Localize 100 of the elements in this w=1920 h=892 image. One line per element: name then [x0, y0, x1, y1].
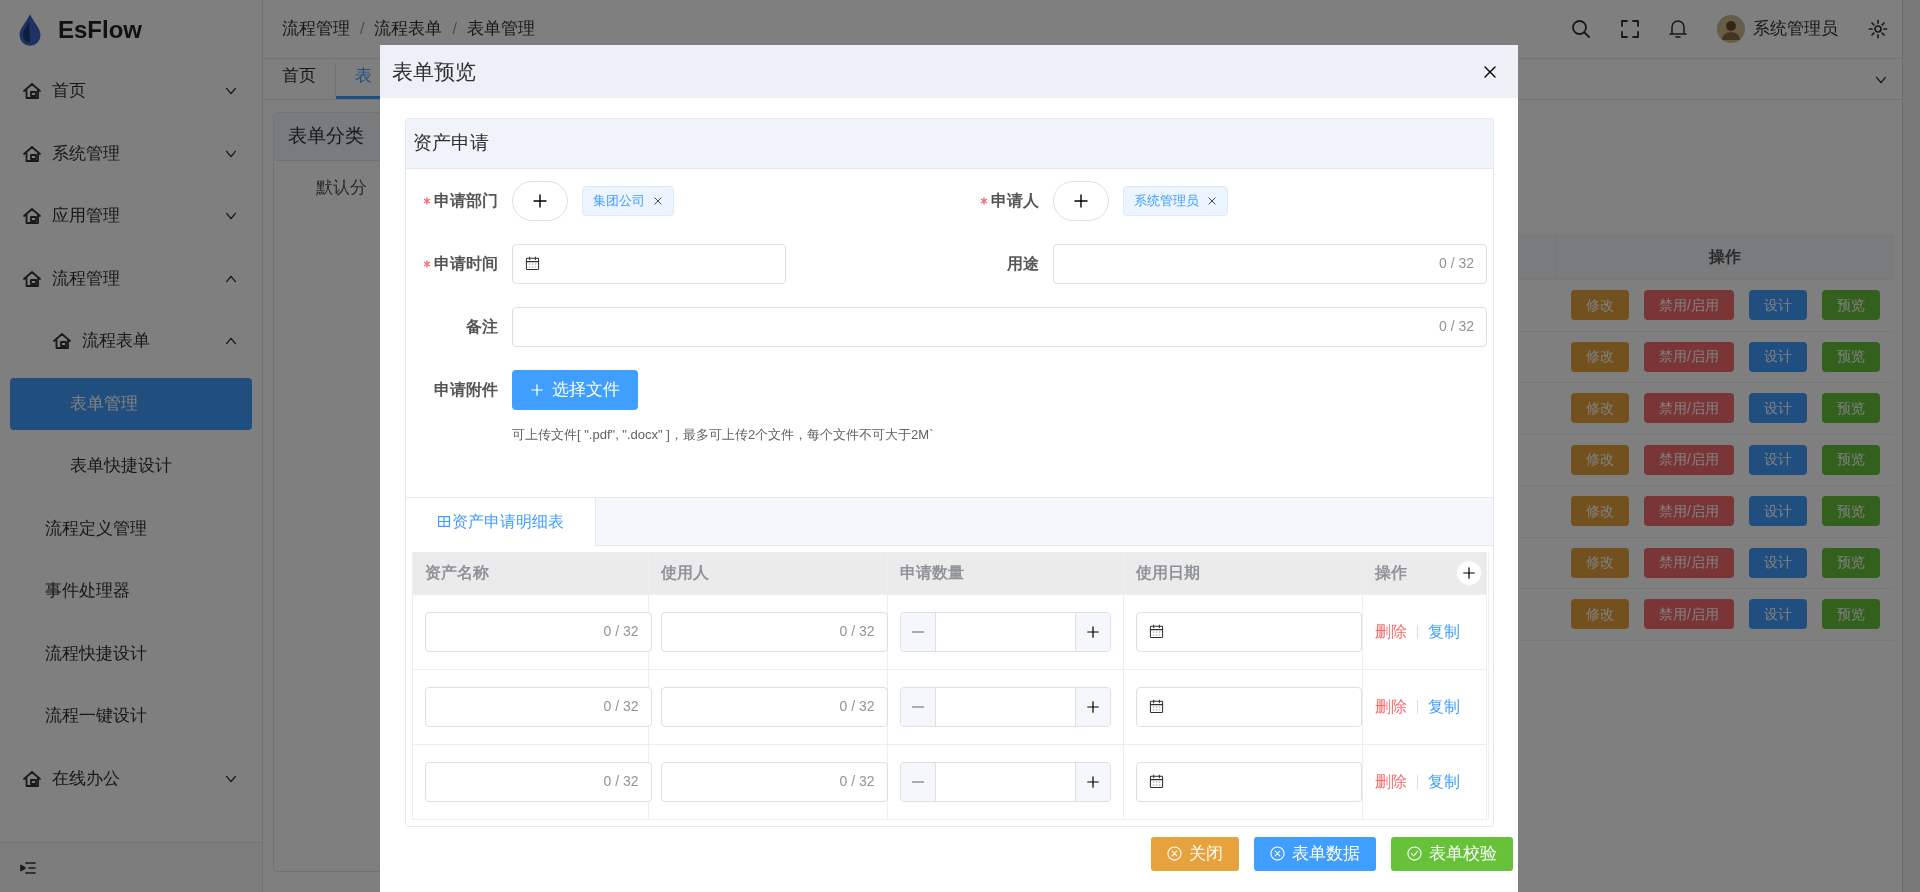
action-button[interactable]: 预览 [1821, 599, 1880, 630]
calendar-icon [1149, 624, 1164, 639]
plus-icon [532, 192, 548, 209]
decrement-button[interactable] [901, 687, 935, 726]
sidebar-item[interactable]: 流程管理 [10, 252, 252, 305]
sidebar-item[interactable]: 表单管理 [10, 377, 252, 430]
action-button[interactable]: 预览 [1821, 496, 1880, 527]
tag-label: 集团公司 [593, 191, 645, 210]
input-field[interactable]: 0 / 32 [425, 686, 652, 727]
calendar-icon [525, 256, 540, 271]
action-button[interactable]: 设计 [1748, 290, 1807, 321]
input-field[interactable]: 0 / 32 [661, 611, 888, 652]
add-button[interactable] [1052, 180, 1109, 221]
page-tab[interactable]: 首页 [263, 62, 336, 99]
action-button[interactable]: 预览 [1821, 444, 1880, 475]
action-button[interactable]: 修改 [1571, 290, 1629, 321]
input-field[interactable]: 0 / 32 [1052, 243, 1487, 284]
sidebar-item[interactable]: 流程一键设计 [10, 690, 252, 742]
breadcrumb-item[interactable]: 流程管理 [282, 16, 350, 42]
house-icon [22, 206, 42, 226]
row-action-link[interactable]: 删除 [1375, 619, 1407, 644]
character-counter: 0 / 32 [839, 772, 875, 791]
minus-icon [911, 705, 925, 708]
sidebar-item[interactable]: 应用管理 [10, 190, 252, 242]
input-field[interactable]: 0 / 32 [661, 761, 888, 802]
user-name[interactable]: 系统管理员 [1753, 16, 1838, 42]
date-field[interactable] [1136, 686, 1362, 727]
date-field[interactable] [1136, 761, 1362, 802]
house-icon [22, 143, 42, 164]
breadcrumb-item[interactable]: 流程表单 [374, 16, 443, 42]
action-button[interactable]: 设计 [1748, 393, 1807, 424]
form-title: 资产申请 [406, 119, 1493, 169]
plus-icon [1462, 566, 1476, 580]
sidebar-item[interactable]: 在线办公 [10, 752, 252, 805]
sidebar-item[interactable]: 首页 [10, 65, 252, 117]
row-action-link[interactable]: 复制 [1428, 694, 1460, 719]
breadcrumb-item[interactable]: 表单管理 [466, 16, 535, 42]
action-button[interactable]: 修改 [1571, 599, 1629, 630]
action-button[interactable]: 修改 [1571, 496, 1629, 527]
input-field[interactable]: 0 / 32 [512, 306, 1487, 347]
row-action-link[interactable]: 删除 [1375, 769, 1407, 794]
plus-icon [1086, 624, 1100, 639]
character-counter: 0 / 32 [603, 772, 639, 791]
house-icon [52, 331, 72, 351]
action-button[interactable]: 禁用/启用 [1644, 547, 1734, 578]
action-button[interactable]: 设计 [1748, 547, 1807, 578]
close-icon [653, 195, 663, 206]
minus-icon [911, 630, 925, 633]
increment-button[interactable] [1076, 612, 1110, 651]
action-button[interactable]: 禁用/启用 [1644, 341, 1734, 372]
footer-button[interactable]: 表单数据 [1254, 836, 1376, 871]
action-button[interactable]: 修改 [1571, 393, 1629, 424]
action-button[interactable]: 预览 [1821, 547, 1880, 578]
fullscreen-icon [1621, 20, 1639, 38]
action-button[interactable]: 预览 [1821, 290, 1880, 321]
column-header: 操作 [1555, 234, 1894, 279]
date-field[interactable] [1136, 611, 1362, 652]
add-button[interactable] [512, 180, 568, 221]
action-button[interactable]: 禁用/启用 [1644, 290, 1734, 321]
action-button[interactable]: 修改 [1571, 341, 1629, 372]
action-button[interactable]: 设计 [1748, 444, 1807, 475]
action-button[interactable]: 设计 [1748, 341, 1807, 372]
action-button[interactable]: 修改 [1571, 444, 1629, 475]
row-action-link[interactable]: 删除 [1375, 694, 1407, 719]
input-field[interactable]: 0 / 32 [425, 611, 652, 652]
action-button[interactable]: 设计 [1748, 496, 1807, 527]
decrement-button[interactable] [901, 612, 935, 651]
date-field[interactable] [512, 243, 786, 284]
field-label: 申请时间 [434, 253, 498, 274]
sidebar-item[interactable]: 流程表单 [10, 315, 252, 367]
sidebar-item[interactable]: 表单快捷设计 [10, 440, 252, 492]
row-action-link[interactable]: 复制 [1428, 769, 1460, 794]
row-action-link[interactable]: 复制 [1428, 619, 1460, 644]
sidebar-item[interactable]: 系统管理 [10, 127, 252, 180]
search-icon [1571, 19, 1591, 39]
minus-icon [911, 780, 925, 783]
increment-button[interactable] [1076, 762, 1110, 801]
footer-button[interactable]: 表单校验 [1391, 836, 1513, 871]
action-button[interactable]: 禁用/启用 [1644, 393, 1734, 424]
action-button[interactable]: 预览 [1821, 393, 1880, 424]
action-button[interactable]: 禁用/启用 [1644, 496, 1734, 527]
action-button[interactable]: 预览 [1821, 341, 1880, 372]
action-button[interactable]: 禁用/启用 [1644, 444, 1734, 475]
sidebar-item[interactable]: 事件处理器 [10, 565, 252, 617]
select-file-button[interactable]: 选择文件 [512, 369, 638, 410]
action-button[interactable]: 修改 [1571, 547, 1629, 578]
subform-tab[interactable]: 资产申请明细表 [406, 497, 596, 546]
table-icon [437, 516, 450, 527]
sidebar-item[interactable]: 流程快捷设计 [10, 627, 252, 680]
field-label: 备注 [466, 316, 498, 337]
add-row-button[interactable] [1456, 560, 1482, 586]
increment-button[interactable] [1076, 687, 1110, 726]
sidebar-item[interactable]: 流程定义管理 [10, 502, 252, 555]
action-button[interactable]: 设计 [1748, 599, 1807, 630]
input-field[interactable]: 0 / 32 [661, 686, 888, 727]
footer-button[interactable]: 关闭 [1151, 836, 1239, 871]
column-header: 操作 [1375, 563, 1407, 583]
input-field[interactable]: 0 / 32 [425, 761, 652, 802]
decrement-button[interactable] [901, 762, 935, 801]
action-button[interactable]: 禁用/启用 [1644, 599, 1734, 630]
